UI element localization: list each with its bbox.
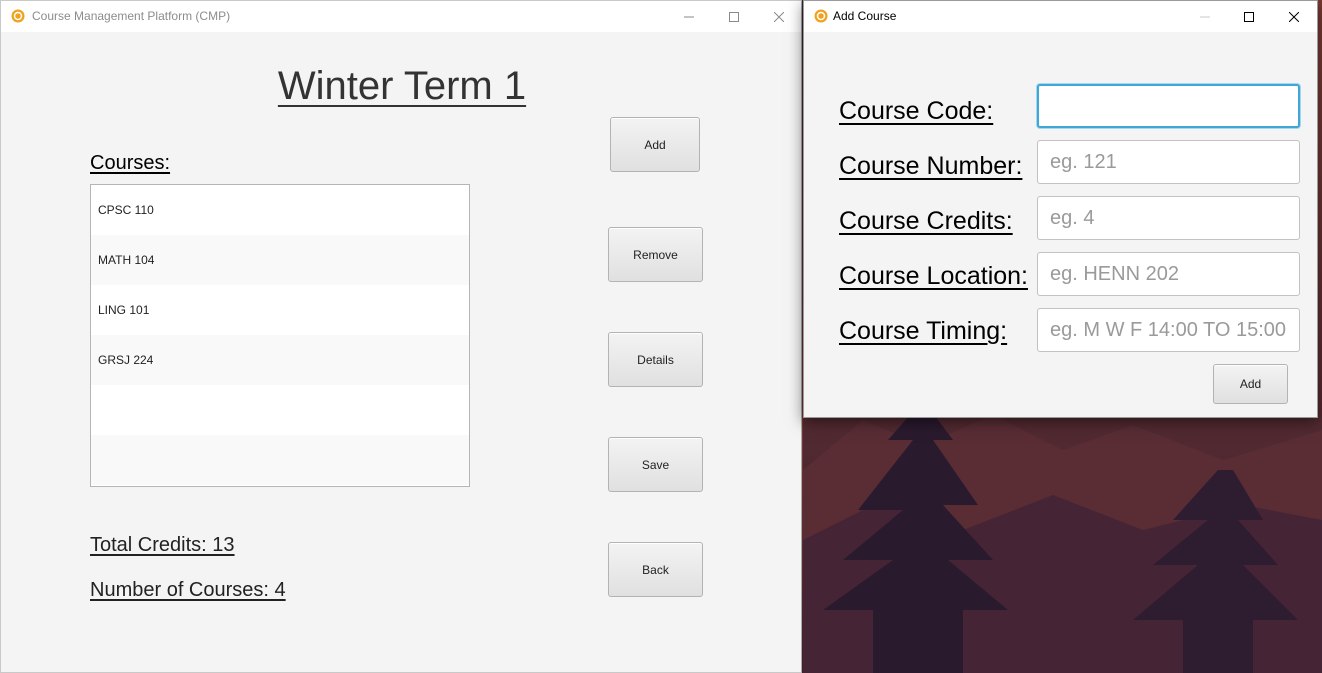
course-number-input[interactable] — [1037, 140, 1300, 184]
add-button[interactable]: Add — [610, 117, 700, 172]
save-button[interactable]: Save — [608, 437, 703, 492]
course-code-input[interactable] — [1037, 84, 1300, 128]
maximize-button[interactable] — [711, 1, 757, 32]
course-credits-label: Course Credits: — [839, 207, 1013, 235]
courses-label: Courses: — [90, 152, 171, 174]
dialog-close-button[interactable] — [1271, 1, 1317, 32]
minimize-icon — [684, 16, 694, 17]
dialog-add-button[interactable]: Add — [1213, 364, 1288, 404]
maximize-icon — [1244, 11, 1254, 22]
details-button[interactable]: Details — [608, 332, 703, 387]
course-list-item[interactable]: LING 101 — [91, 285, 469, 335]
course-list[interactable]: CPSC 110 MATH 104 LING 101 GRSJ 224 — [90, 184, 470, 487]
app-logo-icon — [11, 9, 25, 23]
course-location-input[interactable] — [1037, 252, 1300, 296]
minimize-icon — [1200, 16, 1210, 17]
course-timing-label: Course Timing: — [839, 317, 1008, 345]
dialog-title: Add Course — [833, 9, 897, 23]
main-titlebar[interactable]: Course Management Platform (CMP) — [1, 1, 801, 32]
course-list-item[interactable]: MATH 104 — [91, 235, 469, 285]
course-number-label: Course Number: — [839, 152, 1023, 180]
app-logo-icon — [814, 9, 828, 23]
number-of-courses-label: Number of Courses: 4 — [90, 579, 286, 601]
course-location-label: Course Location: — [839, 262, 1029, 290]
course-credits-input[interactable] — [1037, 196, 1300, 240]
main-window: Course Management Platform (CMP) Winter … — [0, 0, 802, 673]
course-list-item[interactable]: CPSC 110 — [91, 185, 469, 235]
course-code-label: Course Code: — [839, 97, 994, 125]
course-timing-input[interactable] — [1037, 308, 1300, 352]
minimize-button[interactable] — [666, 1, 712, 32]
term-title: Winter Term 1 — [277, 64, 527, 108]
main-window-title: Course Management Platform (CMP) — [32, 9, 231, 23]
dialog-maximize-button[interactable] — [1226, 1, 1272, 32]
close-icon — [1289, 11, 1299, 22]
dialog-titlebar[interactable]: Add Course — [804, 1, 1317, 32]
back-button[interactable]: Back — [608, 542, 703, 597]
dialog-minimize-button — [1182, 1, 1228, 32]
close-button[interactable] — [756, 1, 802, 32]
course-list-item-empty[interactable] — [91, 385, 469, 435]
close-icon — [774, 11, 784, 22]
course-list-item-empty[interactable] — [91, 435, 469, 485]
maximize-icon — [729, 11, 739, 22]
add-course-dialog: Add Course Course Code: Course Number: C… — [803, 0, 1318, 418]
remove-button[interactable]: Remove — [608, 227, 703, 282]
total-credits-label: Total Credits: 13 — [90, 534, 235, 556]
course-list-item[interactable]: GRSJ 224 — [91, 335, 469, 385]
